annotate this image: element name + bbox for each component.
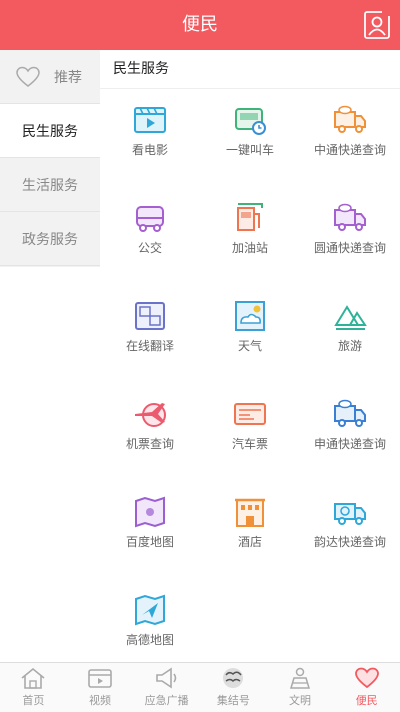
- tab-label: 应急广播: [144, 694, 189, 707]
- tab-convenience[interactable]: 便民: [333, 663, 400, 712]
- tab-label: 文明: [289, 694, 312, 707]
- delivery-truck-icon: [334, 105, 366, 133]
- service-label: 汽车票: [231, 437, 268, 451]
- translate-icon: [135, 302, 165, 330]
- sidebar-item-label: 生活服务: [22, 177, 78, 194]
- service-label: 天气: [237, 339, 262, 353]
- service-weather[interactable]: 天气: [200, 285, 300, 383]
- tab-label: 集结号: [216, 694, 250, 707]
- service-bus[interactable]: 公交: [100, 187, 200, 285]
- service-label: 加油站: [231, 241, 268, 255]
- sidebar-item-government[interactable]: 政务服务: [0, 212, 100, 266]
- service-label: 酒店: [237, 535, 262, 549]
- megaphone-icon: [155, 667, 176, 689]
- taxi-icon: [235, 108, 266, 135]
- video-icon: [88, 669, 112, 688]
- home-icon: [21, 667, 45, 689]
- service-taxi[interactable]: 一键叫车: [200, 89, 300, 187]
- sidebar-item-label: 民生服务: [22, 123, 78, 140]
- service-translate[interactable]: 在线翻译: [100, 285, 200, 383]
- service-hotel[interactable]: 酒店: [200, 481, 300, 579]
- delivery-truck-icon: [334, 203, 366, 231]
- service-sto[interactable]: 申通快递查询: [300, 383, 400, 481]
- tab-label: 便民: [355, 694, 378, 707]
- service-movie[interactable]: 看电影: [100, 89, 200, 187]
- airplane-icon: [135, 403, 166, 427]
- ticket-icon: [234, 403, 266, 425]
- map-icon: [135, 496, 165, 528]
- travel-icon: [334, 305, 367, 330]
- service-label: 中通快递查询: [314, 143, 387, 157]
- service-label: 圆通快递查询: [314, 241, 387, 255]
- profile-icon[interactable]: [364, 11, 390, 39]
- tab-video[interactable]: 视频: [67, 663, 134, 712]
- map-icon: [135, 594, 165, 626]
- rally-logo-icon: [223, 668, 244, 688]
- bus-icon: [136, 206, 164, 232]
- sidebar-item-label: 推荐: [54, 69, 82, 86]
- sidebar-item-livelihood[interactable]: 民生服务: [0, 104, 100, 158]
- service-label: 旅游: [337, 339, 362, 353]
- sidebar-item-label: 政务服务: [22, 231, 78, 248]
- service-yto[interactable]: 圆通快递查询: [300, 187, 400, 285]
- category-sidebar: 推荐 民生服务 生活服务 政务服务: [0, 50, 100, 267]
- service-label: 在线翻译: [125, 339, 174, 353]
- service-yunda[interactable]: 韵达快递查询: [300, 481, 400, 579]
- service-baidu-map[interactable]: 百度地图: [100, 481, 200, 579]
- top-bar: 便民: [0, 0, 400, 50]
- tab-label: 视频: [89, 694, 111, 707]
- sidebar-item-recommend[interactable]: 推荐: [0, 50, 100, 104]
- section-title: 民生服务: [100, 50, 400, 89]
- service-gas-station[interactable]: 加油站: [200, 187, 300, 285]
- service-label: 百度地图: [125, 535, 174, 549]
- service-grid: 看电影 一键叫车 中通快递查询 公交 加油站 圆通快递查询 在线翻译 天气 旅游…: [100, 89, 400, 677]
- gas-station-icon: [237, 203, 263, 231]
- tab-home[interactable]: 首页: [0, 663, 67, 712]
- delivery-truck-icon: [334, 399, 366, 427]
- service-label: 机票查询: [125, 437, 174, 451]
- tab-rally[interactable]: 集结号: [200, 663, 267, 712]
- weather-icon: [235, 301, 265, 331]
- heart-icon: [354, 667, 379, 689]
- tab-label: 首页: [22, 694, 45, 707]
- civilization-icon: [290, 667, 311, 689]
- service-label: 看电影: [131, 143, 168, 157]
- hotel-icon: [235, 498, 265, 527]
- tab-emergency-broadcast[interactable]: 应急广播: [133, 663, 200, 712]
- service-label: 一键叫车: [225, 143, 274, 157]
- service-label: 公交: [137, 241, 162, 255]
- movie-icon: [134, 107, 166, 133]
- service-flight[interactable]: 机票查询: [100, 383, 200, 481]
- tab-civilization[interactable]: 文明: [267, 663, 334, 712]
- service-label: 申通快递查询: [314, 437, 387, 451]
- page-title: 便民: [182, 14, 218, 35]
- heart-icon: [16, 66, 40, 87]
- service-label: 韵达快递查询: [314, 535, 387, 549]
- service-zto[interactable]: 中通快递查询: [300, 89, 400, 187]
- service-label: 高德地图: [125, 633, 174, 647]
- service-bus-ticket[interactable]: 汽车票: [200, 383, 300, 481]
- service-travel[interactable]: 旅游: [300, 285, 400, 383]
- bottom-tab-bar: 首页 视频 应急广播 集结号 文明 便民: [0, 662, 400, 712]
- service-content: 民生服务 看电影 一键叫车 中通快递查询 公交 加油站 圆通快递查询 在线翻译 …: [100, 50, 400, 662]
- delivery-truck-icon: [334, 503, 366, 525]
- sidebar-item-life[interactable]: 生活服务: [0, 158, 100, 212]
